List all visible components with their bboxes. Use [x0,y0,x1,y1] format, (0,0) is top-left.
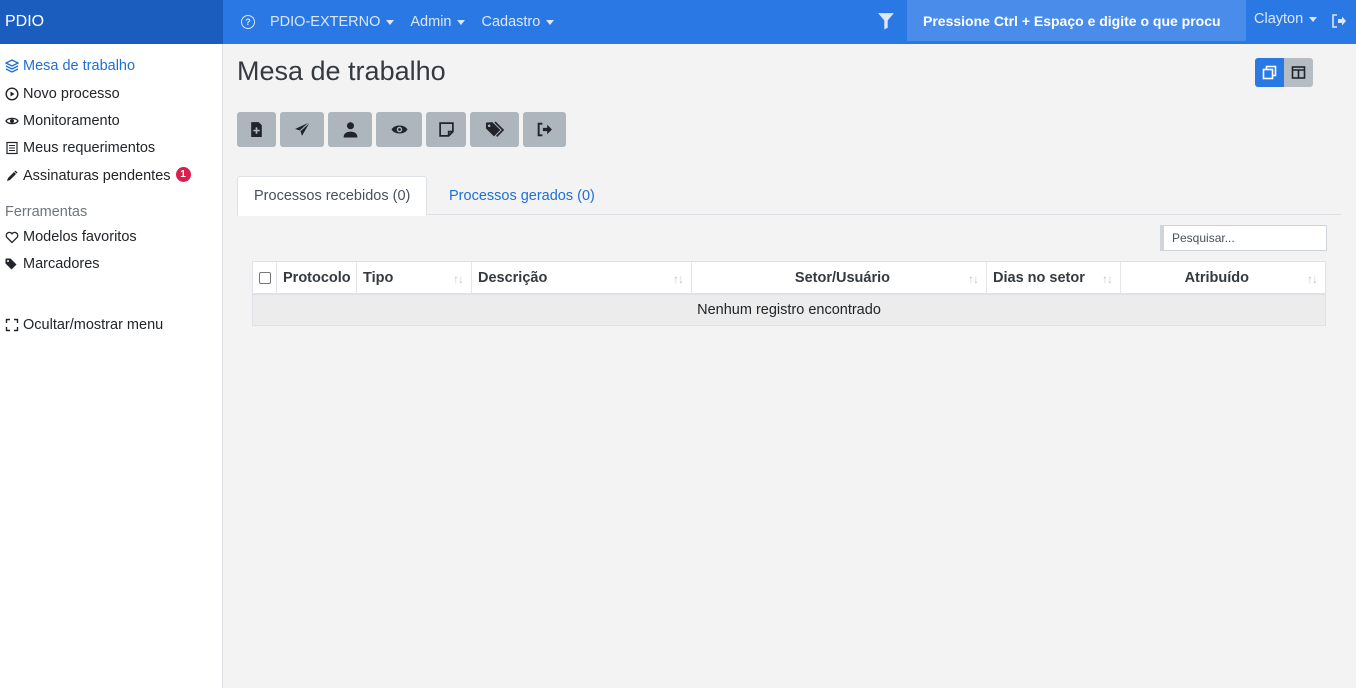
expand-icon [5,318,19,332]
menu-label: Admin [410,14,452,30]
help-icon[interactable]: ? [241,15,255,29]
column-header-tipo[interactable]: Tipo ↑↓ [357,262,472,293]
menu-label: Cadastro [481,14,541,30]
user-menu[interactable]: Clayton [1254,11,1318,27]
layers-icon [5,59,19,73]
pen-icon [7,170,18,181]
play-circle-icon [5,87,19,101]
chevron-down-icon [546,20,555,25]
column-label: Protocolo [283,269,351,286]
column-label: Tipo [363,269,394,286]
tab-processos-gerados[interactable]: Processos gerados (0) [433,176,611,215]
sidebar-item-label: Mesa de trabalho [23,58,136,74]
sidebar-item-label: Monitoramento [23,113,120,129]
tags-icon [485,121,504,138]
tags-icon [5,258,17,270]
eye-icon [391,125,407,134]
tag-button[interactable] [470,112,519,147]
column-label: Dias no setor [993,269,1085,286]
sort-icon: ↑↓ [1102,272,1113,286]
window-restore-icon [1262,65,1277,80]
file-plus-icon [251,122,262,137]
process-table: Protocolo Tipo ↑↓ Descrição ↑↓ Setor/Usuár… [252,261,1326,326]
logout-icon[interactable] [1331,13,1347,29]
sidebar-item-label: Marcadores [23,256,100,272]
exit-button[interactable] [523,112,566,147]
sign-out-icon [537,122,552,137]
sidebar-section-header: Ferramentas [5,204,88,220]
sidebar-item-marcadores[interactable]: Marcadores [5,256,100,272]
menu-pdio-externo[interactable]: PDIO-EXTERNO [270,14,395,30]
column-header-dias-no-setor[interactable]: Dias no setor ↑↓ [987,262,1121,293]
toggle-menu-button[interactable]: Ocultar/mostrar menu [5,317,163,333]
action-toolbar [237,112,570,147]
view-button[interactable] [376,112,422,147]
page-title: Mesa de trabalho [237,56,446,86]
column-label: Setor/Usuário [794,269,890,286]
sort-icon: ↑↓ [1307,272,1318,286]
search-input[interactable] [1160,225,1327,251]
split-view-button[interactable] [1284,58,1313,87]
heart-icon [5,231,19,244]
column-label: Atribuído [1184,269,1249,286]
chevron-down-icon [457,20,466,25]
chevron-down-icon [386,20,395,25]
new-document-button[interactable] [237,112,276,147]
document-list-icon [6,141,18,155]
filter-icon[interactable] [877,12,895,30]
sidebar-item-label: Ocultar/mostrar menu [23,317,164,333]
sidebar: Mesa de trabalho Novo processo Monitoram… [0,44,223,688]
columns-icon [1291,66,1306,79]
view-toggle [1255,58,1313,87]
sidebar-item-label: Meus requerimentos [23,140,156,156]
sidebar-item-label: Modelos favoritos [23,229,137,245]
sidebar-item-novo-processo[interactable]: Novo processo [5,86,120,102]
column-label: Descrição [478,269,548,286]
sidebar-item-label: Assinaturas pendentes [23,168,171,184]
sidebar-item-assinaturas-pendentes[interactable]: Assinaturas pendentes 1 [5,166,191,184]
process-tabs: Processos recebidos (0) Processos gerado… [237,176,1341,216]
sort-icon: ↑↓ [453,272,464,286]
column-header-atribuido[interactable]: Atribuído ↑↓ [1121,262,1325,293]
sort-icon: ↑↓ [673,272,684,286]
table-header: Protocolo Tipo ↑↓ Descrição ↑↓ Setor/Usuár… [253,262,1325,295]
sidebar-item-meus-requerimentos[interactable]: Meus requerimentos [5,140,155,156]
column-header-setor-usuario[interactable]: Setor/Usuário ↑↓ [692,262,987,293]
empty-table-message: Nenhum registro encontrado [253,295,1325,325]
select-all-cell [253,262,277,293]
eye-icon [5,117,19,125]
menu-admin[interactable]: Admin [410,14,466,30]
windowed-view-button[interactable] [1255,58,1284,87]
sidebar-item-mesa-de-trabalho[interactable]: Mesa de trabalho [5,58,135,74]
brand-title: PDIO [5,13,45,30]
menu-cadastro[interactable]: Cadastro [481,14,555,30]
sidebar-item-modelos-favoritos[interactable]: Modelos favoritos [5,229,137,245]
send-button[interactable] [280,112,324,147]
user-icon [343,122,357,138]
top-navbar: ? PDIO-EXTERNO Admin Cadastro Pressione … [223,0,1356,44]
column-header-protocolo[interactable]: Protocolo [277,262,357,293]
paper-plane-icon [294,121,310,136]
tab-processos-recebidos[interactable]: Processos recebidos (0) [237,176,428,216]
select-all-checkbox[interactable] [258,271,271,284]
assign-user-button[interactable] [328,112,372,147]
sort-icon: ↑↓ [968,272,979,286]
user-name: Clayton [1254,11,1304,27]
column-header-descricao[interactable]: Descrição ↑↓ [472,262,692,293]
sidebar-item-monitoramento[interactable]: Monitoramento [5,113,120,129]
command-search-input[interactable]: Pressione Ctrl + Espaço e digite o que p… [907,0,1246,41]
note-button[interactable] [426,112,466,147]
pending-count-badge: 1 [175,166,191,182]
app-brand[interactable]: PDIO [0,0,223,44]
chevron-down-icon [1309,17,1318,22]
sidebar-item-label: Novo processo [23,86,120,102]
sticky-note-icon [438,122,454,137]
menu-label: PDIO-EXTERNO [270,14,381,30]
